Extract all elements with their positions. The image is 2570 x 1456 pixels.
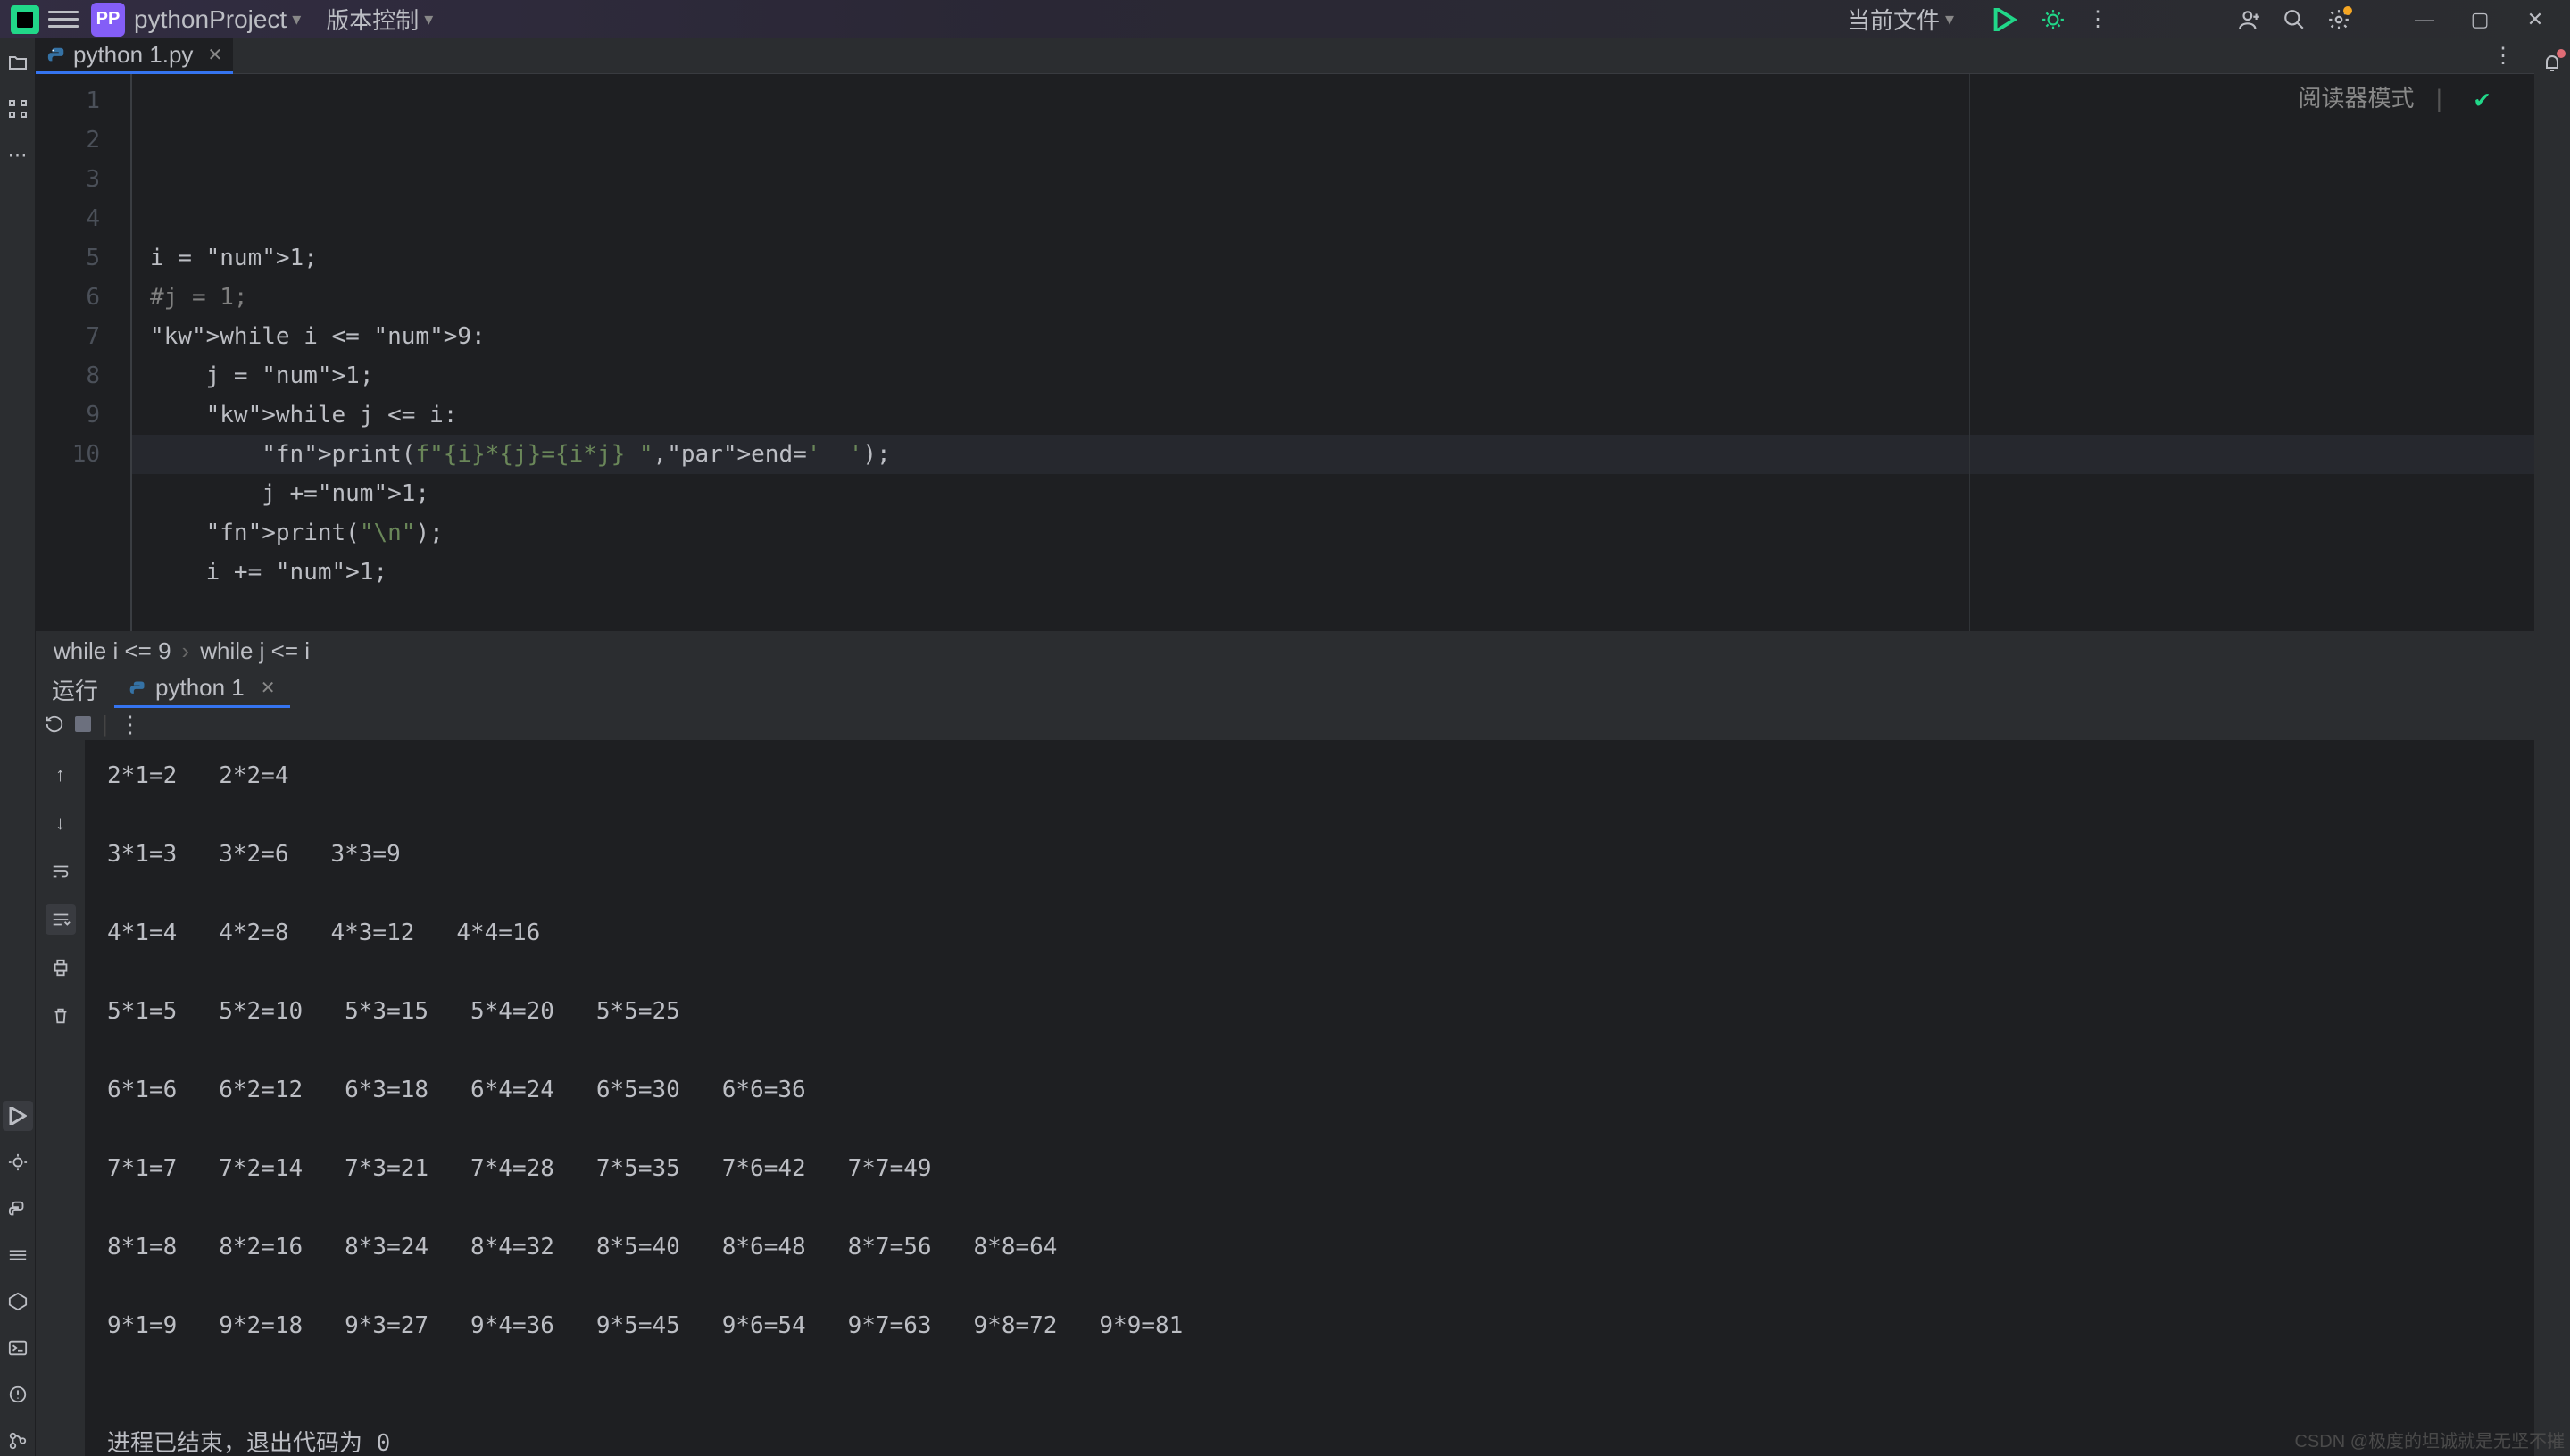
close-button[interactable]: ✕ <box>2518 3 2552 37</box>
vcs-menu[interactable]: 版本控制 <box>326 3 419 36</box>
check-icon: ✔ <box>2474 79 2490 119</box>
more-actions-icon[interactable]: ⋮ <box>2081 3 2115 37</box>
code-line[interactable]: "fn">print("\n"); <box>132 513 2534 553</box>
run-tool-icon[interactable] <box>3 1101 33 1131</box>
chevron-down-icon[interactable]: ▾ <box>424 8 433 30</box>
right-tool-stripe <box>2534 38 2570 1456</box>
code-line[interactable]: j = "num">1; <box>132 356 2534 395</box>
watermark: CSDN @极度的坦诚就是无坚不摧 <box>2294 1427 2565 1452</box>
settings-icon[interactable] <box>2322 3 2356 37</box>
services-icon[interactable] <box>3 1240 33 1270</box>
file-tab-label: python 1.py <box>73 41 193 69</box>
python-file-icon <box>46 46 66 65</box>
code-area[interactable]: 阅读器模式 | ✔ i = "num">1;#j = 1;"kw">while … <box>132 74 2534 631</box>
vcs-tool-icon[interactable] <box>3 1426 33 1456</box>
minimize-button[interactable]: — <box>2408 3 2441 37</box>
python-file-icon <box>129 679 146 697</box>
structure-tool-icon[interactable] <box>3 94 33 124</box>
notifications-icon[interactable] <box>2537 47 2567 78</box>
code-line[interactable]: "kw">while j <= i: <box>132 395 2534 435</box>
code-line[interactable]: i = "num">1; <box>132 238 2534 278</box>
line-gutter: 12345678910 <box>36 74 132 631</box>
titlebar: PP pythonProject ▾ 版本控制 ▾ 当前文件 ▾ ⋮ — ▢ ✕ <box>0 0 2570 38</box>
run-tab[interactable]: python 1 ✕ <box>114 670 290 708</box>
down-stack-icon[interactable]: ↓ <box>46 808 76 838</box>
run-label: 运行 <box>36 673 114 706</box>
code-line[interactable]: j +="num">1; <box>132 474 2534 513</box>
breadcrumbs[interactable]: while i <= 9 › while j <= i <box>36 631 2534 670</box>
notification-dot <box>2557 49 2566 58</box>
maximize-button[interactable]: ▢ <box>2463 3 2497 37</box>
project-tool-icon[interactable] <box>3 47 33 78</box>
run-more-icon[interactable]: ⋮ <box>119 711 142 738</box>
more-tools-icon[interactable]: ⋯ <box>3 140 33 171</box>
console-toolbar: ↑ ↓ <box>36 740 86 1456</box>
editor-tabs: python 1.py ✕ ⋮ <box>36 38 2534 74</box>
run-button[interactable] <box>1993 8 2017 31</box>
code-line[interactable]: "fn">print(f"{i}*{j}={i*j} ","par">end='… <box>132 435 2534 474</box>
problems-icon[interactable] <box>3 1379 33 1410</box>
settings-notification-dot <box>2343 6 2352 15</box>
run-tool-header: 运行 python 1 ✕ <box>36 670 2534 708</box>
app-icon <box>11 5 39 34</box>
code-line[interactable] <box>132 592 2534 631</box>
close-run-tab-icon[interactable]: ✕ <box>261 677 276 699</box>
right-margin-line <box>1969 74 1970 631</box>
tab-options-icon[interactable]: ⋮ <box>2486 39 2520 73</box>
print-icon[interactable] <box>46 953 76 983</box>
left-tool-stripe: ⋯ <box>0 38 36 1456</box>
hamburger-menu[interactable] <box>48 4 79 35</box>
search-icon[interactable] <box>2277 3 2311 37</box>
file-tab[interactable]: python 1.py ✕ <box>36 38 233 74</box>
python-console-icon[interactable] <box>3 1194 33 1224</box>
run-anything-icon[interactable] <box>3 1286 33 1317</box>
clear-icon[interactable] <box>46 1001 76 1031</box>
stop-icon[interactable] <box>75 716 91 732</box>
inspection-widget[interactable]: 阅读器模式 | ✔ <box>2298 79 2490 119</box>
debug-tool-icon[interactable] <box>3 1147 33 1177</box>
chevron-down-icon[interactable]: ▾ <box>292 8 301 30</box>
terminal-icon[interactable] <box>3 1333 33 1363</box>
code-line[interactable]: i += "num">1; <box>132 553 2534 592</box>
scroll-to-end-icon[interactable] <box>46 904 76 935</box>
project-name[interactable]: pythonProject <box>134 5 287 34</box>
run-toolbar: | ⋮ <box>36 708 2534 740</box>
current-file-label[interactable]: 当前文件 <box>1847 3 1940 36</box>
soft-wrap-icon[interactable] <box>46 856 76 886</box>
add-user-icon[interactable] <box>2233 3 2266 37</box>
rerun-icon[interactable] <box>45 714 64 734</box>
debug-button[interactable] <box>2042 8 2065 31</box>
project-badge: PP <box>91 3 125 37</box>
console-output[interactable]: 2*1=2 2*2=4 3*1=3 3*2=6 3*3=9 4*1=4 4*2=… <box>86 740 2534 1456</box>
up-stack-icon[interactable]: ↑ <box>46 760 76 790</box>
close-tab-icon[interactable]: ✕ <box>207 44 222 66</box>
code-line[interactable]: #j = 1; <box>132 278 2534 317</box>
code-editor[interactable]: 12345678910 阅读器模式 | ✔ i = "num">1;#j = 1… <box>36 74 2534 631</box>
chevron-down-icon[interactable]: ▾ <box>1945 8 1954 30</box>
code-line[interactable]: "kw">while i <= "num">9: <box>132 317 2534 356</box>
